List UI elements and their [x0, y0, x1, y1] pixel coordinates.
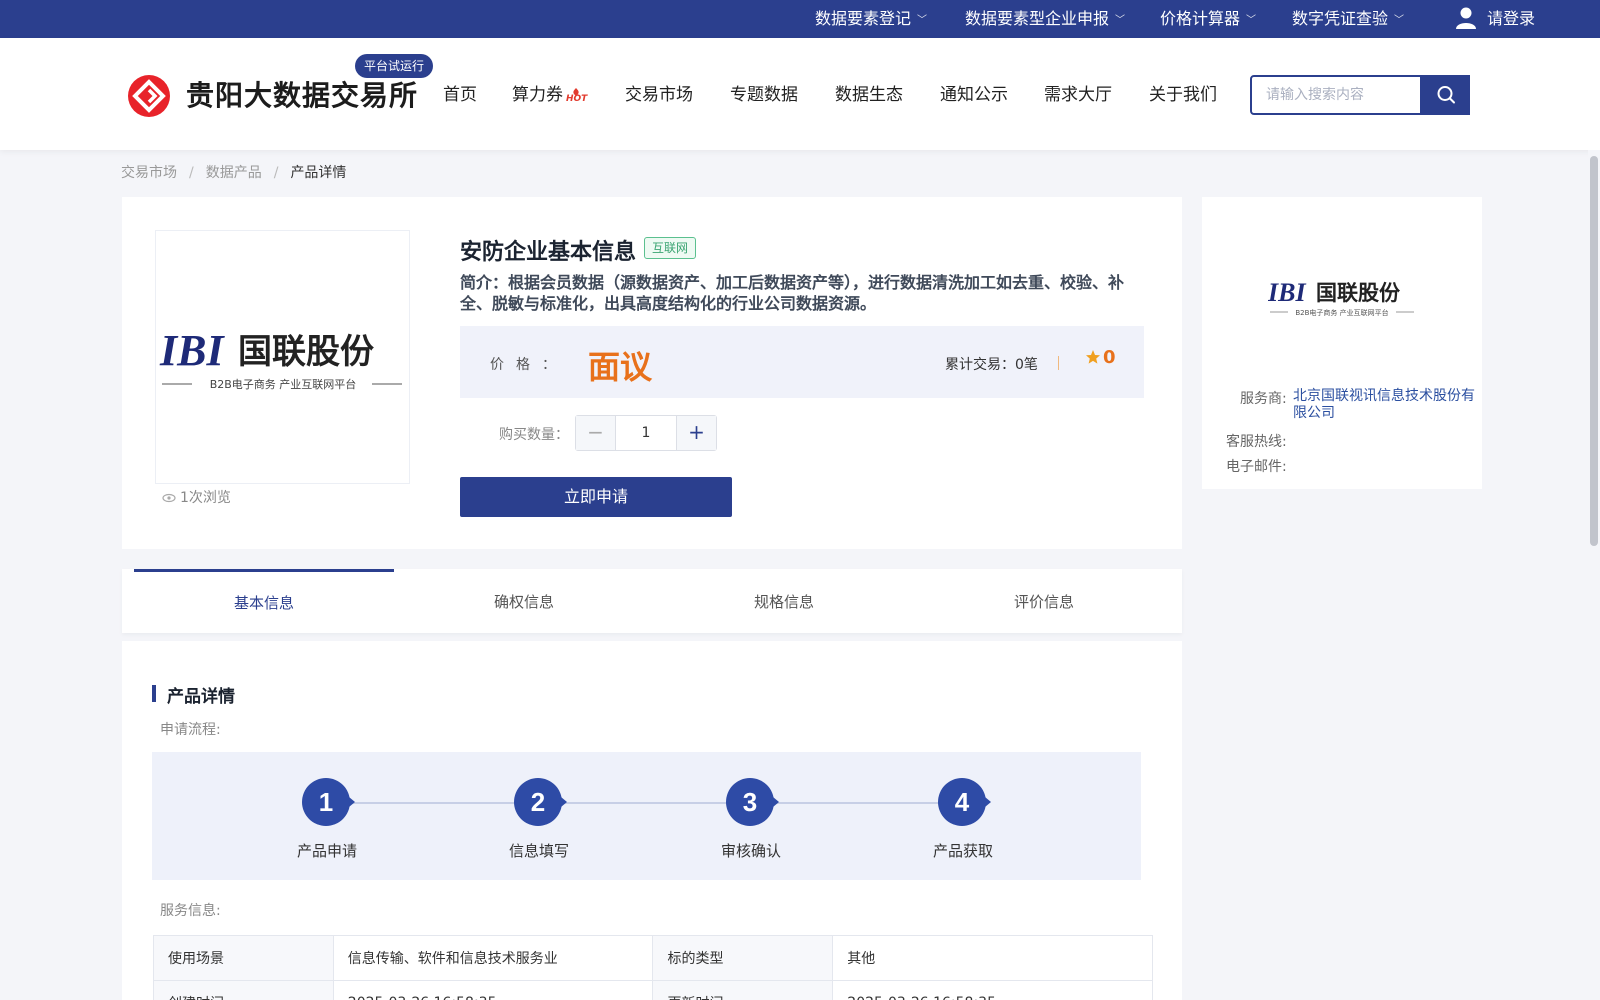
star-icon: [1086, 350, 1100, 364]
provider-link[interactable]: 北京国联视讯信息技术股份有限公司: [1293, 388, 1483, 422]
table-row: 创建时间 2025-03-26 16:58:35 更新时间 2025-03-26…: [153, 980, 1153, 1000]
chevron-down-icon: ﹀: [1246, 15, 1257, 26]
search-button[interactable]: [1420, 75, 1470, 115]
exchange-logo-icon[interactable]: [127, 74, 171, 118]
svg-text:IBI: IBI: [1268, 278, 1306, 307]
topbar-item-enterprise-apply[interactable]: 数据要素型企业申报 ﹀: [965, 0, 1125, 38]
product-title: 安防企业基本信息: [460, 240, 637, 265]
quantity-increase-button[interactable]: +: [676, 416, 716, 450]
process-label: 申请流程:: [160, 722, 221, 738]
topbar-item-certificate-check[interactable]: 数字凭证查验 ﹀: [1292, 0, 1404, 38]
step-3-circle: 3: [726, 778, 779, 826]
chevron-down-icon: ﹀: [1115, 15, 1126, 26]
tab-review-info[interactable]: 评价信息: [914, 569, 1174, 633]
login-link[interactable]: 请登录: [1487, 0, 1535, 38]
table-cell: 其他: [832, 935, 1153, 981]
table-cell: 2025-03-26 16:58:35: [832, 980, 1153, 1000]
table-cell: 创建时间: [153, 980, 334, 1000]
tab-spec-info[interactable]: 规格信息: [654, 569, 914, 633]
product-description: 简介：根据会员数据（源数据资产、加工后数据资产等），进行数据清洗加工如去重、校验…: [460, 273, 1125, 313]
step-4-circle: 4: [938, 778, 991, 826]
rating: 0: [1085, 347, 1116, 368]
step-2-label: 信息填写: [508, 842, 569, 860]
price-label: 价格：: [490, 357, 568, 373]
detail-tabs: 基本信息 确权信息 规格信息 评价信息: [122, 569, 1182, 633]
product-image: IBI 国联股份 B2B电子商务 产业互联网平台: [155, 230, 410, 484]
step-4-label: 产品获取: [932, 842, 993, 860]
provider-label: 服务商:: [1240, 391, 1287, 407]
nav-home[interactable]: 首页: [443, 80, 477, 105]
topbar-item-price-calculator[interactable]: 价格计算器 ﹀: [1160, 0, 1256, 38]
category-tag: 互联网: [644, 237, 697, 259]
trial-badge: 平台试运行: [355, 54, 434, 78]
apply-now-button[interactable]: 立即申请: [460, 477, 732, 517]
email-label: 电子邮件:: [1226, 459, 1287, 475]
step-1-label: 产品申请: [296, 842, 357, 860]
table-cell: 信息传输、软件和信息技术服务业: [332, 935, 654, 981]
trade-count: 累计交易：0笔: [945, 357, 1038, 373]
logo-main-text: 国联股份: [238, 332, 374, 372]
breadcrumb-data-products[interactable]: 数据产品: [206, 165, 262, 181]
quantity-stepper: − 1 +: [575, 415, 717, 451]
step-1-circle: 1: [302, 778, 355, 826]
service-info-table: 使用场景 信息传输、软件和信息技术服务业 标的类型 其他 创建时间 2025-0…: [153, 935, 1153, 1000]
tab-basic-info[interactable]: 基本信息: [134, 569, 394, 633]
site-name[interactable]: 贵阳大数据交易所: [186, 74, 418, 114]
nav-about[interactable]: 关于我们: [1149, 80, 1217, 105]
table-cell: 使用场景: [153, 935, 334, 981]
nav-compute-voucher[interactable]: 算力券: [512, 80, 563, 105]
scrollbar-thumb[interactable]: [1590, 156, 1598, 546]
nav-topic-data[interactable]: 专题数据: [730, 80, 798, 105]
eye-icon: [162, 493, 176, 503]
hot-badge: HOT: [566, 94, 588, 104]
quantity-input[interactable]: 1: [616, 416, 676, 450]
topbar-item-data-register[interactable]: 数据要素登记 ﹀: [815, 0, 927, 38]
table-cell: 标的类型: [652, 935, 834, 981]
service-info-label: 服务信息:: [160, 903, 221, 919]
breadcrumb-market[interactable]: 交易市场: [121, 165, 177, 181]
quantity-decrease-button[interactable]: −: [576, 416, 616, 450]
search-icon: [1437, 86, 1455, 104]
step-3-label: 审核确认: [720, 842, 781, 860]
nav-market[interactable]: 交易市场: [625, 80, 693, 105]
chevron-down-icon: ﹀: [1394, 15, 1405, 26]
price-panel: 价格： 面议 累计交易：0笔 0: [460, 326, 1144, 398]
svg-text:B2B电子商务 产业互联网平台: B2B电子商务 产业互联网平台: [1295, 308, 1388, 317]
quantity-label: 购买数量：: [499, 427, 569, 443]
table-cell: 2025-03-26 16:58:35: [332, 980, 654, 1000]
logo-mark-text: IBI: [159, 326, 225, 375]
price-value: 面议: [588, 348, 653, 386]
top-bar: 数据要素登记 ﹀ 数据要素型企业申报 ﹀ 价格计算器 ﹀ 数字凭证查验 ﹀ 请登录: [0, 0, 1600, 38]
breadcrumb: 交易市场 / 数据产品 / 产品详情: [121, 165, 347, 181]
company-logo: IBI 国联股份 B2B电子商务 产业互联网平台: [159, 326, 402, 391]
nav-ecosystem[interactable]: 数据生态: [835, 80, 903, 105]
svg-text:国联股份: 国联股份: [1316, 281, 1401, 305]
view-count: 1次浏览: [162, 487, 231, 507]
nav-demand-hall[interactable]: 需求大厅: [1044, 80, 1112, 105]
section-title: 产品详情: [167, 687, 235, 707]
tab-rights-info[interactable]: 确权信息: [394, 569, 654, 633]
breadcrumb-current: 产品详情: [290, 165, 347, 181]
logo-sub-text: B2B电子商务 产业互联网平台: [210, 377, 357, 391]
nav-notices[interactable]: 通知公示: [940, 80, 1008, 105]
table-row: 使用场景 信息传输、软件和信息技术服务业 标的类型 其他: [153, 935, 1153, 981]
user-icon[interactable]: [1455, 6, 1477, 30]
step-2-circle: 2: [514, 778, 567, 826]
hotline-label: 客服热线:: [1226, 434, 1287, 450]
main-header: 贵阳大数据交易所 平台试运行 首页 算力券 HOT 交易市场 专题数据 数据生态…: [0, 38, 1600, 150]
merchant-logo: IBI 国联股份 B2B电子商务 产业互联网平台: [1268, 278, 1414, 317]
table-cell: 更新时间: [652, 980, 834, 1000]
chevron-down-icon: ﹀: [917, 15, 928, 26]
